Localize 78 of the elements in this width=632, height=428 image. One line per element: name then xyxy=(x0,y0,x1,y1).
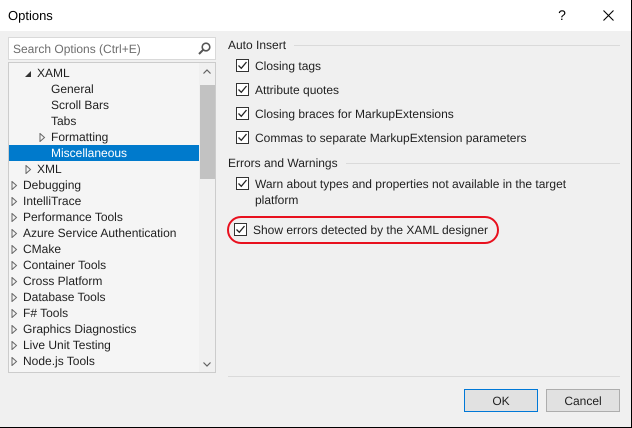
tree-item[interactable]: Performance Tools xyxy=(9,209,199,225)
tree-item[interactable]: Node.js Tools xyxy=(9,353,199,369)
tree-item[interactable]: Azure Service Authentication xyxy=(9,225,199,241)
tree-item-label: CMake xyxy=(23,241,62,258)
group-header: Auto Insert xyxy=(228,37,286,54)
collapsed-triangle-icon[interactable] xyxy=(11,212,18,222)
checkbox-label: Closing braces for MarkupExtensions xyxy=(255,106,454,122)
collapsed-triangle-icon[interactable] xyxy=(11,260,18,270)
tree-item[interactable]: Formatting xyxy=(9,129,199,145)
tree-item-label: General xyxy=(51,81,94,98)
tree-item-label: Container Tools xyxy=(23,257,106,274)
collapsed-triangle-icon[interactable] xyxy=(11,180,18,190)
search-icon xyxy=(198,42,211,55)
tree-item-label: Live Unit Testing xyxy=(23,337,111,354)
checkbox-label: Attribute quotes xyxy=(255,82,340,98)
collapsed-triangle-icon[interactable] xyxy=(11,196,18,206)
expanded-triangle-icon[interactable] xyxy=(25,68,32,78)
tree-item-label: Database Tools xyxy=(23,289,106,306)
checkbox-label: Show errors detected by the XAML designer xyxy=(253,222,488,238)
tree-item[interactable]: Scroll Bars xyxy=(9,97,199,113)
tree-item[interactable]: Tabs xyxy=(9,113,199,129)
tree-item[interactable]: CMake xyxy=(9,241,199,257)
collapsed-triangle-icon[interactable] xyxy=(11,340,18,350)
tree-item-label: XAML xyxy=(37,65,70,82)
dialog-button[interactable]: Cancel xyxy=(546,389,620,412)
tree-item[interactable]: Database Tools xyxy=(9,289,199,305)
collapsed-triangle-icon[interactable] xyxy=(25,164,32,174)
tree-item-label: Performance Tools xyxy=(23,209,123,226)
checkbox-label: Warn about types and properties not available in the target platform xyxy=(255,176,568,208)
tree-item-label: Cross Platform xyxy=(23,273,102,290)
tree-item-label: Scroll Bars xyxy=(51,97,110,114)
collapsed-triangle-icon[interactable] xyxy=(11,308,18,318)
group-header: Errors and Warnings xyxy=(228,155,338,172)
tree-item-label: Graphics Diagnostics xyxy=(23,321,136,338)
tree-item[interactable]: XAML xyxy=(9,65,199,81)
tree-item[interactable]: Cross Platform xyxy=(9,273,199,289)
tree-item[interactable]: Debugging xyxy=(9,177,199,193)
collapsed-triangle-icon[interactable] xyxy=(39,132,46,142)
tree-item-label: F# Tools xyxy=(23,305,68,322)
collapsed-triangle-icon[interactable] xyxy=(11,244,18,254)
tree-item-label: Miscellaneous xyxy=(51,145,128,162)
help-button[interactable]: ? xyxy=(539,0,585,31)
scrollbar[interactable] xyxy=(199,63,215,372)
tree-item[interactable]: General xyxy=(9,81,199,97)
tree-item[interactable]: IntelliTrace xyxy=(9,193,199,209)
checkbox[interactable] xyxy=(236,59,249,72)
close-icon xyxy=(602,10,614,21)
collapsed-triangle-icon[interactable] xyxy=(11,276,18,286)
scroll-up-icon[interactable] xyxy=(203,68,211,74)
tree-item[interactable]: XML xyxy=(9,161,199,177)
checkbox[interactable] xyxy=(234,223,247,236)
tree-item-label: Azure Service Authentication xyxy=(23,225,176,242)
tree-item-label: XML xyxy=(37,161,62,178)
tree-item-label: Node.js Tools xyxy=(23,353,95,370)
search-field[interactable]: Search Options (Ctrl+E) xyxy=(8,37,216,60)
tree-item-label: IntelliTrace xyxy=(23,193,82,210)
dialog-button[interactable]: OK xyxy=(464,389,538,412)
tree-item[interactable]: Graphics Diagnostics xyxy=(9,321,199,337)
checkbox-label: Closing tags xyxy=(255,58,322,74)
tree-item[interactable]: Miscellaneous xyxy=(9,145,199,161)
tree-item-label: Formatting xyxy=(51,129,108,146)
tree-item[interactable]: Container Tools xyxy=(9,257,199,273)
checkbox[interactable] xyxy=(236,177,249,190)
tree-item[interactable]: F# Tools xyxy=(9,305,199,321)
collapsed-triangle-icon[interactable] xyxy=(11,324,18,334)
checkbox[interactable] xyxy=(236,83,249,96)
tree-item-label: Tabs xyxy=(51,113,76,130)
collapsed-triangle-icon[interactable] xyxy=(11,228,18,238)
scrollbar-thumb[interactable] xyxy=(200,85,214,179)
tree-item[interactable]: Live Unit Testing xyxy=(9,337,199,353)
scroll-down-icon[interactable] xyxy=(203,362,211,366)
window-title: Options xyxy=(8,6,54,25)
checkbox-label: Commas to separate MarkupExtension parameters xyxy=(255,130,526,146)
collapsed-triangle-icon[interactable] xyxy=(11,292,18,302)
tree-item-label: Debugging xyxy=(23,177,82,194)
checkbox[interactable] xyxy=(236,107,249,120)
collapsed-triangle-icon[interactable] xyxy=(11,356,18,366)
checkbox[interactable] xyxy=(236,131,249,144)
